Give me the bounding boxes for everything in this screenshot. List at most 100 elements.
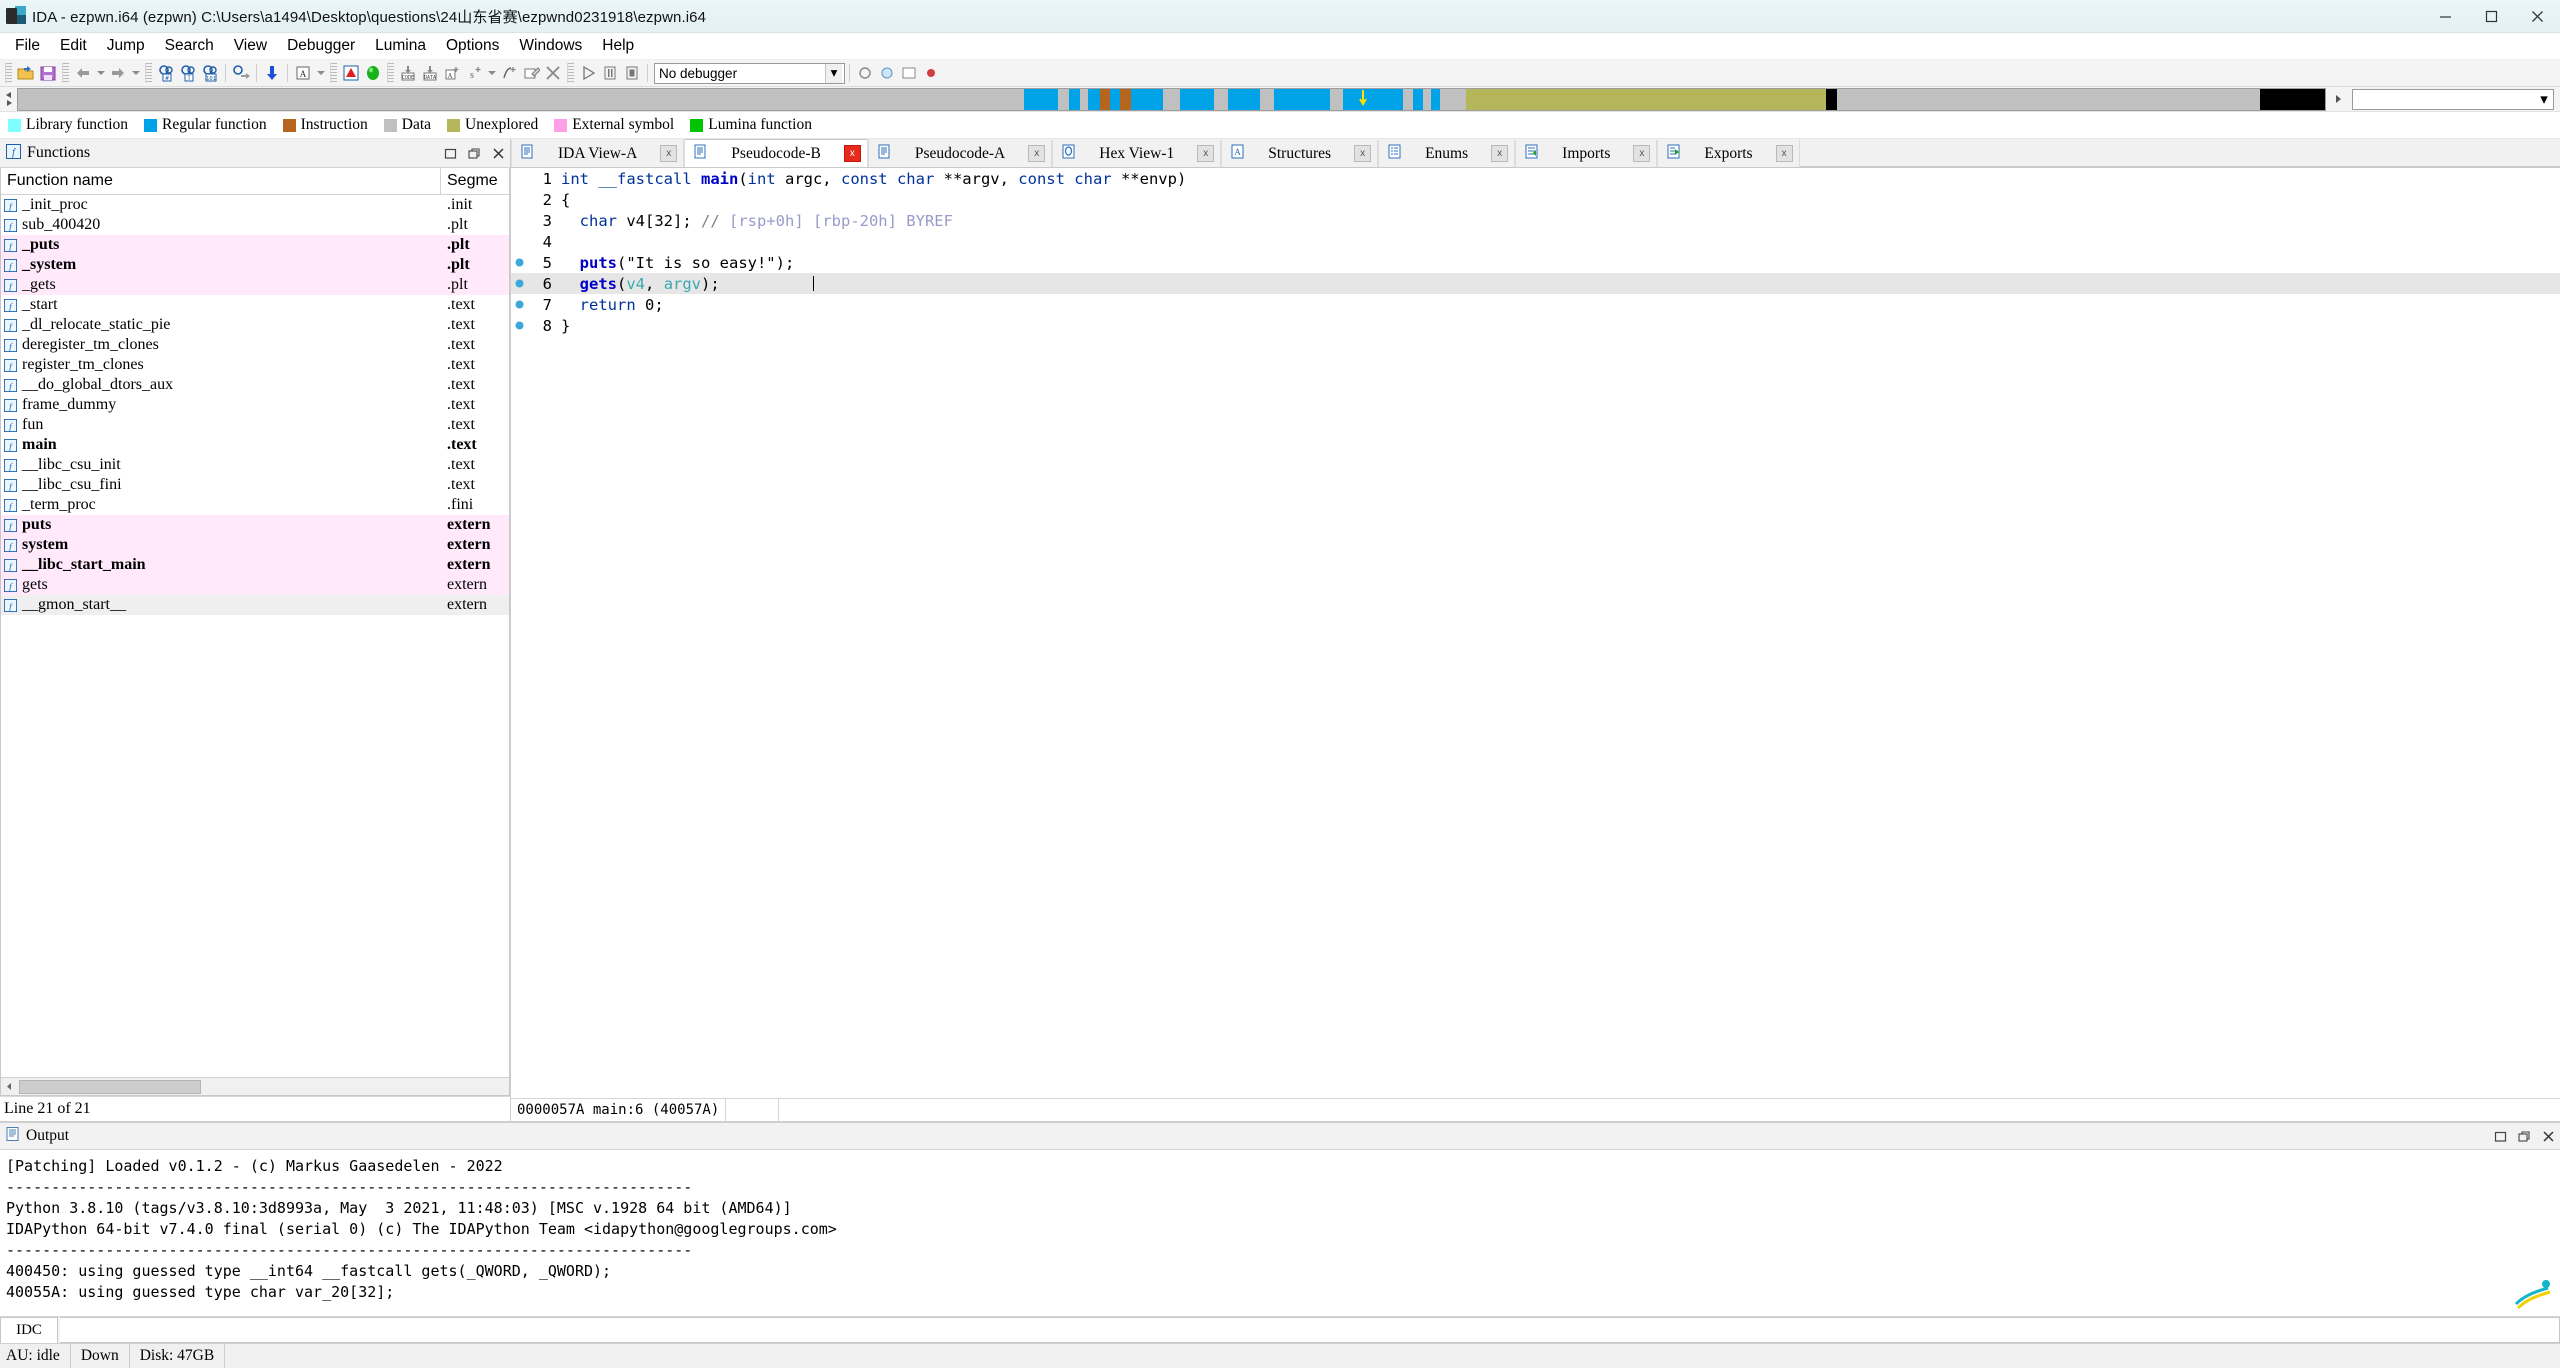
function-list-row[interactable]: f _init_proc .init xyxy=(1,195,509,215)
function-list-row[interactable]: f __do_global_dtors_aux .text xyxy=(1,375,509,395)
chevron-down-icon[interactable]: ▾ xyxy=(2536,90,2552,109)
output-close-button[interactable] xyxy=(2536,1124,2560,1148)
function-list-row[interactable]: f __gmon_start__ extern xyxy=(1,595,509,615)
forward-arrow-icon[interactable] xyxy=(107,62,129,84)
output-restore-button[interactable] xyxy=(2488,1124,2512,1148)
tab-close-icon[interactable]: x xyxy=(1354,145,1372,162)
menu-view[interactable]: View xyxy=(224,34,277,58)
navigation-band[interactable] xyxy=(17,87,2326,111)
chevron-down-icon[interactable]: ▾ xyxy=(825,63,842,83)
tab-structures[interactable]: A Structures x xyxy=(1221,140,1379,167)
text-view-icon[interactable]: A xyxy=(292,62,314,84)
panel-close-button[interactable] xyxy=(486,141,510,165)
text-view-dropdown-icon[interactable] xyxy=(314,62,327,84)
function-list-row[interactable]: f _term_proc .fini xyxy=(1,495,509,515)
pseudocode-line[interactable]: 4 xyxy=(511,231,2560,252)
pseudocode-lines[interactable]: 1 int __fastcall main(int argc, const cha… xyxy=(511,168,2560,1098)
function-list-row[interactable]: f register_tm_clones .text xyxy=(1,355,509,375)
toolbar-grip-4[interactable] xyxy=(330,63,337,83)
search-next-icon[interactable] xyxy=(230,62,252,84)
debug-step-over-icon[interactable] xyxy=(854,62,876,84)
pseudocode-view[interactable]: 1 int __fastcall main(int argc, const cha… xyxy=(511,168,2560,1098)
function-list-row[interactable]: f _system .plt xyxy=(1,255,509,275)
warning-icon[interactable] xyxy=(340,62,362,84)
debugger-pause-icon[interactable] xyxy=(599,62,621,84)
scroll-left-icon[interactable] xyxy=(1,1078,18,1095)
menu-jump[interactable]: Jump xyxy=(97,34,155,58)
tab-enums[interactable]: Enums x xyxy=(1378,140,1516,167)
toolbar-grip-5[interactable] xyxy=(387,63,394,83)
delete-function-icon[interactable] xyxy=(542,62,564,84)
search-hex-icon[interactable]: # xyxy=(155,62,177,84)
navband-scroll-arrows[interactable] xyxy=(0,88,17,110)
tab-exports[interactable]: Exports x xyxy=(1657,140,1800,167)
pseudocode-line[interactable]: 2{ xyxy=(511,189,2560,210)
debug-step-into-icon[interactable] xyxy=(876,62,898,84)
function-list-row[interactable]: f fun .text xyxy=(1,415,509,435)
tab-close-icon[interactable]: x xyxy=(660,145,678,162)
breakpoint-dot-icon[interactable] xyxy=(511,321,528,330)
function-list-row[interactable]: f _puts .plt xyxy=(1,235,509,255)
debugger-stop-icon[interactable] xyxy=(621,62,643,84)
close-button[interactable] xyxy=(2514,0,2560,32)
tab-pseudocode-a[interactable]: Pseudocode-A x xyxy=(867,140,1053,167)
breakpoint-dot-icon[interactable] xyxy=(511,258,528,267)
function-list-row[interactable]: f system extern xyxy=(1,535,509,555)
function-list-row[interactable]: f puts extern xyxy=(1,515,509,535)
open-file-icon[interactable] xyxy=(15,62,37,84)
function-list-row[interactable]: f _gets .plt xyxy=(1,275,509,295)
tab-ida-view-a[interactable]: IDA View-A x xyxy=(511,140,685,167)
make-code-icon[interactable]: CODE xyxy=(397,62,419,84)
menu-file[interactable]: File xyxy=(5,34,50,58)
debug-breakpoints-icon[interactable] xyxy=(920,62,942,84)
tab-close-icon[interactable]: x xyxy=(1633,145,1651,162)
menu-help[interactable]: Help xyxy=(592,34,644,58)
functions-horizontal-scrollbar[interactable] xyxy=(1,1077,509,1095)
function-list-row[interactable]: f main .text xyxy=(1,435,509,455)
jump-address-combo[interactable]: ▾ xyxy=(2352,88,2554,110)
minimize-button[interactable] xyxy=(2422,0,2468,32)
pseudocode-line[interactable]: 5 puts("It is so easy!"); xyxy=(511,252,2560,273)
debugger-run-icon[interactable] xyxy=(577,62,599,84)
scrollbar-thumb[interactable] xyxy=(19,1080,201,1094)
toolbar-grip-6[interactable] xyxy=(567,63,574,83)
tab-hex-view-1[interactable]: Hex View-1 x xyxy=(1052,140,1222,167)
function-list-row[interactable]: f __libc_csu_init .text xyxy=(1,455,509,475)
breakpoint-dot-icon[interactable] xyxy=(511,279,528,288)
toolbar-grip-3[interactable] xyxy=(145,63,152,83)
function-list-row[interactable]: f _start .text xyxy=(1,295,509,315)
menu-search[interactable]: Search xyxy=(155,34,224,58)
maximize-button[interactable] xyxy=(2468,0,2514,32)
tab-close-icon[interactable]: x xyxy=(1775,145,1793,162)
back-dropdown-icon[interactable] xyxy=(94,62,107,84)
tab-close-icon[interactable]: x xyxy=(843,145,861,162)
jump-down-icon[interactable] xyxy=(261,62,283,84)
function-list-row[interactable]: f sub_400420 .plt xyxy=(1,215,509,235)
forward-dropdown-icon[interactable] xyxy=(129,62,142,84)
pseudocode-line[interactable]: 8} xyxy=(511,315,2560,336)
column-header-segment[interactable]: Segme xyxy=(441,168,509,194)
menu-debugger[interactable]: Debugger xyxy=(277,34,365,58)
debug-options-icon[interactable] xyxy=(898,62,920,84)
back-arrow-icon[interactable] xyxy=(72,62,94,84)
output-text[interactable]: [Patching] Loaded v0.1.2 - (c) Markus Ga… xyxy=(0,1150,2560,1316)
function-list-row[interactable]: f frame_dummy .text xyxy=(1,395,509,415)
idc-input[interactable] xyxy=(60,1317,2560,1343)
undefine-icon[interactable]: s xyxy=(463,62,485,84)
pseudocode-line[interactable]: 6 gets(v4, argv); xyxy=(511,273,2560,294)
create-function-icon[interactable] xyxy=(498,62,520,84)
function-list-row[interactable]: f _dl_relocate_static_pie .text xyxy=(1,315,509,335)
make-array-icon[interactable]: A xyxy=(441,62,463,84)
menu-edit[interactable]: Edit xyxy=(50,34,97,58)
panel-restore-button[interactable] xyxy=(438,141,462,165)
menu-lumina[interactable]: Lumina xyxy=(365,34,436,58)
run-green-icon[interactable] xyxy=(362,62,384,84)
panel-float-button[interactable] xyxy=(462,141,486,165)
save-icon[interactable] xyxy=(37,62,59,84)
edit-function-icon[interactable] xyxy=(520,62,542,84)
tab-close-icon[interactable]: x xyxy=(1197,145,1215,162)
function-list-row[interactable]: f __libc_csu_fini .text xyxy=(1,475,509,495)
breakpoint-dot-icon[interactable] xyxy=(511,300,528,309)
column-header-function-name[interactable]: Function name xyxy=(1,168,441,194)
search-text-icon[interactable]: T xyxy=(177,62,199,84)
